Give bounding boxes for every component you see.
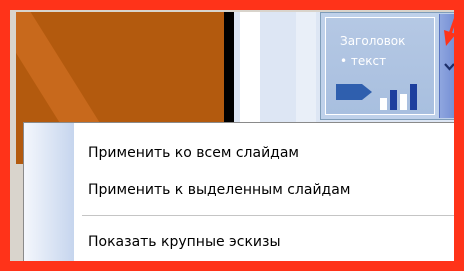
- highlight-frame: [0, 0, 464, 271]
